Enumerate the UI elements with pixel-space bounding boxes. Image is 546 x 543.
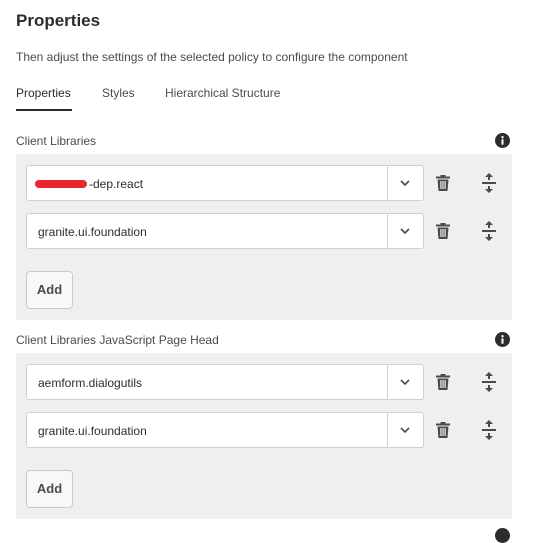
combo-divider bbox=[387, 413, 388, 447]
combo-divider bbox=[387, 166, 388, 200]
tab-styles[interactable]: Styles bbox=[102, 86, 135, 100]
tab-properties[interactable]: Properties bbox=[16, 86, 71, 100]
trash-icon[interactable] bbox=[434, 174, 452, 192]
combo-divider bbox=[387, 214, 388, 248]
info-icon[interactable] bbox=[495, 133, 510, 148]
chevron-down-icon[interactable] bbox=[394, 175, 416, 191]
move-vertical-icon[interactable] bbox=[481, 371, 497, 393]
library-value: -dep.react bbox=[89, 177, 144, 191]
client-libraries-js-head-panel: aemform.dialogutils granite.ui.foundatio… bbox=[16, 353, 512, 519]
library-combobox[interactable]: -dep.react bbox=[26, 165, 424, 201]
chevron-down-icon[interactable] bbox=[394, 374, 416, 390]
trash-icon[interactable] bbox=[434, 421, 452, 439]
info-icon[interactable] bbox=[495, 528, 510, 543]
library-combobox[interactable]: granite.ui.foundation bbox=[26, 412, 424, 448]
chevron-down-icon[interactable] bbox=[394, 223, 416, 239]
section-label-client-libraries: Client Libraries bbox=[16, 134, 97, 148]
library-combobox[interactable]: granite.ui.foundation bbox=[26, 213, 424, 249]
move-vertical-icon[interactable] bbox=[481, 172, 497, 194]
trash-icon[interactable] bbox=[434, 373, 452, 391]
library-combobox[interactable]: aemform.dialogutils bbox=[26, 364, 424, 400]
tab-hierarchical-structure[interactable]: Hierarchical Structure bbox=[165, 86, 280, 100]
section-label-client-libraries-js-head: Client Libraries JavaScript Page Head bbox=[16, 333, 219, 347]
move-vertical-icon[interactable] bbox=[481, 220, 497, 242]
library-value: granite.ui.foundation bbox=[38, 225, 147, 239]
library-value: aemform.dialogutils bbox=[38, 376, 143, 390]
info-icon[interactable] bbox=[495, 332, 510, 347]
trash-icon[interactable] bbox=[434, 222, 452, 240]
move-vertical-icon[interactable] bbox=[481, 419, 497, 441]
library-value: granite.ui.foundation bbox=[38, 424, 147, 438]
add-button[interactable]: Add bbox=[26, 271, 73, 309]
client-libraries-panel: -dep.react granite.ui.foundation Add bbox=[16, 154, 512, 320]
page-subtitle: Then adjust the settings of the selected… bbox=[16, 50, 408, 64]
page-title: Properties bbox=[16, 11, 101, 30]
add-button[interactable]: Add bbox=[26, 470, 73, 508]
redaction-mark bbox=[35, 180, 87, 188]
combo-divider bbox=[387, 365, 388, 399]
chevron-down-icon[interactable] bbox=[394, 422, 416, 438]
active-tab-indicator bbox=[16, 109, 72, 111]
